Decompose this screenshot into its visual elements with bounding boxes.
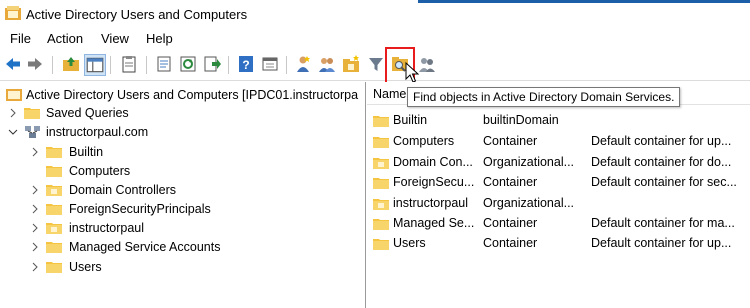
ou-folder-icon: [46, 185, 62, 196]
console-icon[interactable]: [261, 55, 279, 73]
tree-item-label: Domain Controllers: [69, 183, 176, 197]
folder-icon: [46, 262, 62, 273]
title-bar: Active Directory Users and Computers: [0, 0, 750, 29]
list-item-desc: Default container for ma...: [591, 216, 735, 230]
list-item-type: Container: [483, 236, 538, 250]
chevron-right-icon[interactable]: [30, 242, 40, 252]
list-item-type: Container: [483, 216, 538, 230]
app-icon: [5, 6, 21, 20]
domain-icon: [25, 126, 40, 138]
list-item-type: Container: [483, 175, 538, 189]
folder-icon: [46, 166, 62, 177]
tree-item-label: Computers: [69, 164, 131, 178]
list-item-desc: Default container for sec...: [591, 175, 737, 189]
chevron-right-icon[interactable]: [30, 223, 40, 233]
list-item[interactable]: Domain Con... Organizational... Default …: [367, 152, 750, 172]
tree-item-label: Managed Service Accounts: [69, 240, 221, 254]
new-ou-icon[interactable]: [342, 55, 360, 73]
ou-folder-icon: [373, 199, 389, 210]
toolbar-separator: [146, 56, 147, 74]
list-item-desc: Default container for do...: [591, 155, 732, 169]
toolbar-separator: [52, 56, 53, 74]
svg-text:?: ?: [242, 58, 249, 72]
help-icon[interactable]: ?: [237, 55, 255, 73]
folder-icon: [373, 219, 389, 230]
folder-icon: [46, 242, 62, 253]
chevron-right-icon[interactable]: [8, 108, 18, 118]
folder-icon: [24, 108, 40, 119]
clipboard-icon[interactable]: [120, 55, 138, 73]
list-item[interactable]: instructorpaul Organizational...: [367, 193, 750, 213]
chevron-right-icon[interactable]: [30, 147, 40, 157]
list-pane: Name Builtin builtinDomain Computers Con…: [367, 82, 750, 308]
back-icon[interactable]: [4, 55, 22, 73]
toolbar: ?: [0, 50, 750, 81]
folder-icon: [373, 137, 389, 148]
list-item[interactable]: Managed Se... Container Default containe…: [367, 213, 750, 233]
add-to-group-icon[interactable]: [418, 55, 436, 73]
list-item[interactable]: Builtin builtinDomain: [367, 110, 750, 130]
list-item-name: Domain Con...: [393, 155, 473, 169]
tree-item-label: instructorpaul.com: [46, 125, 149, 139]
list-item-type: builtinDomain: [483, 113, 559, 127]
chevron-right-icon[interactable]: [30, 204, 40, 214]
export-icon[interactable]: [203, 55, 221, 73]
title-accent-bar: [418, 0, 750, 3]
tree-root-label: Active Directory Users and Computers [IP…: [26, 88, 359, 102]
chevron-right-icon[interactable]: [30, 262, 40, 272]
menu-bar: File Action View Help: [0, 29, 750, 49]
list-item-type: Organizational...: [483, 155, 575, 169]
list-item[interactable]: ForeignSecu... Container Default contain…: [367, 172, 750, 192]
console-root-icon: [6, 89, 22, 101]
column-header-name[interactable]: Name: [373, 87, 406, 101]
ou-folder-icon: [46, 223, 62, 234]
tree-item-label: Builtin: [69, 145, 104, 159]
new-user-icon[interactable]: [294, 55, 312, 73]
folder-icon: [373, 178, 389, 189]
list-item-name: Computers: [393, 134, 455, 148]
folder-icon: [46, 147, 62, 158]
tree-item-label: Users: [69, 260, 102, 274]
folder-icon: [373, 239, 389, 250]
properties-icon[interactable]: [155, 55, 173, 73]
menu-action[interactable]: Action: [47, 31, 83, 46]
menu-file[interactable]: File: [10, 31, 31, 46]
list-item-desc: Default container for up...: [591, 134, 732, 148]
list-item-name: Users: [393, 236, 426, 250]
list-item[interactable]: Users Container Default container for up…: [367, 233, 750, 253]
toolbar-separator: [286, 56, 287, 74]
list-item-desc: Default container for up...: [591, 236, 732, 250]
folder-icon: [373, 116, 389, 127]
list-item-name: Managed Se...: [393, 216, 475, 230]
toolbar-separator: [228, 56, 229, 74]
refresh-icon[interactable]: [179, 55, 197, 73]
find-tooltip: Find objects in Active Directory Domain …: [407, 87, 681, 107]
tree-item-label: ForeignSecurityPrincipals: [69, 202, 211, 216]
menu-help[interactable]: Help: [146, 31, 173, 46]
menu-view[interactable]: View: [101, 31, 129, 46]
filter-icon[interactable]: [367, 55, 385, 73]
new-group-icon[interactable]: [318, 55, 336, 73]
folder-icon: [46, 204, 62, 215]
forward-icon[interactable]: [26, 55, 44, 73]
chevron-down-icon[interactable]: [8, 127, 18, 137]
show-hide-tree-icon[interactable]: [84, 54, 106, 76]
mouse-cursor-icon: [405, 62, 419, 83]
list-item-name: ForeignSecu...: [393, 175, 475, 189]
window-title: Active Directory Users and Computers: [26, 7, 248, 22]
toolbar-separator: [110, 56, 111, 74]
tree-item-label: instructorpaul: [69, 221, 145, 235]
ou-folder-icon: [373, 158, 389, 169]
tree-pane: Active Directory Users and Computers [IP…: [0, 82, 366, 308]
list-item[interactable]: Computers Container Default container fo…: [367, 131, 750, 151]
list-item-name: Builtin: [393, 113, 428, 127]
up-folder-icon[interactable]: [62, 55, 80, 73]
list-item-type: Container: [483, 134, 538, 148]
chevron-right-icon[interactable]: [30, 185, 40, 195]
tree-item-label: Saved Queries: [46, 106, 129, 120]
list-item-type: Organizational...: [483, 196, 575, 210]
list-item-name: instructorpaul: [393, 196, 469, 210]
